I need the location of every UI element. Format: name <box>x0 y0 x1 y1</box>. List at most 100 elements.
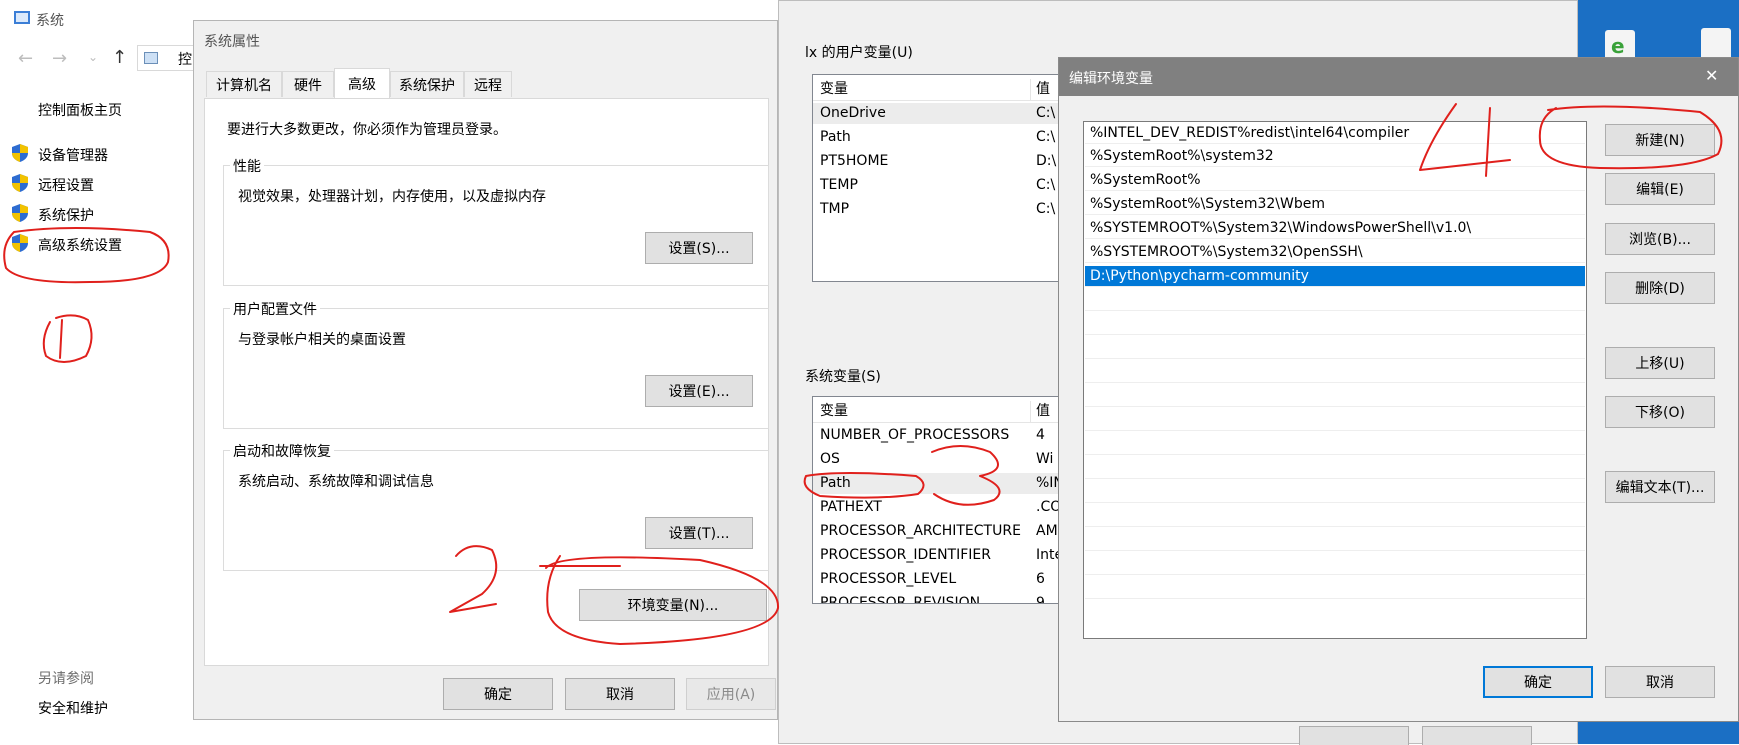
cancel-button[interactable]: 取消 <box>1605 666 1715 698</box>
hidden-button-stub <box>1422 726 1532 745</box>
var-name: PROCESSOR_LEVEL <box>820 571 957 587</box>
empty-row[interactable] <box>1085 434 1585 455</box>
button-label: 下移(O) <box>1635 405 1685 421</box>
back-arrow-icon[interactable]: ← <box>18 48 33 69</box>
system-vars-title: 系统变量(S) <box>805 369 881 385</box>
list-item[interactable]: %INTEL_DEV_REDIST%redist\intel64\compile… <box>1085 123 1585 144</box>
column-header-var[interactable]: 变量 <box>820 79 848 100</box>
dialog-title: 编辑环境变量 <box>1069 71 1153 87</box>
var-name: OneDrive <box>820 105 886 121</box>
column-divider <box>1030 401 1031 422</box>
list-item[interactable]: %SystemRoot%\system32 <box>1085 146 1585 167</box>
list-item[interactable]: %SYSTEMROOT%\System32\WindowsPowerShell\… <box>1085 218 1585 239</box>
empty-row[interactable] <box>1085 554 1585 575</box>
var-name: Path <box>820 475 851 491</box>
path-text: %SystemRoot% <box>1090 172 1201 188</box>
empty-row[interactable] <box>1085 386 1585 407</box>
ok-button[interactable]: 确定 <box>1483 666 1593 698</box>
empty-row[interactable] <box>1085 338 1585 359</box>
profile-group: 用户配置文件 与登录帐户相关的桌面设置 设置(E)... <box>223 299 769 429</box>
list-item[interactable]: %SYSTEMROOT%\System32\OpenSSH\ <box>1085 242 1585 263</box>
list-item-selected[interactable]: D:\Python\pycharm-community <box>1085 266 1585 287</box>
tab-strip: 计算机名 硬件 高级 系统保护 远程 <box>206 68 766 99</box>
button-label: 浏览(B)... <box>1629 232 1691 248</box>
button-label: 编辑文本(T)... <box>1615 480 1705 496</box>
group-legend: 用户配置文件 <box>230 299 320 319</box>
list-item[interactable]: %SystemRoot% <box>1085 170 1585 191</box>
list-item[interactable]: %SystemRoot%\System32\Wbem <box>1085 194 1585 215</box>
cancel-button[interactable]: 取消 <box>565 678 675 710</box>
dialog-title: 系统属性 <box>204 34 260 50</box>
var-name: NUMBER_OF_PROCESSORS <box>820 427 1010 443</box>
empty-row[interactable] <box>1085 314 1585 335</box>
empty-row[interactable] <box>1085 362 1585 383</box>
var-value: Wi <box>1036 451 1054 467</box>
var-value: D:\ <box>1036 153 1057 169</box>
var-value: 6 <box>1036 571 1045 587</box>
empty-row[interactable] <box>1085 482 1585 503</box>
tab-remote[interactable]: 远程 <box>464 71 512 97</box>
column-header-var[interactable]: 变量 <box>820 401 848 422</box>
edit-text-button[interactable]: 编辑文本(T)... <box>1605 471 1715 503</box>
delete-button[interactable]: 删除(D) <box>1605 272 1715 304</box>
close-icon[interactable]: ✕ <box>1705 66 1718 85</box>
button-label: 应用(A) <box>706 687 756 703</box>
empty-row[interactable] <box>1085 410 1585 431</box>
ie-icon: e <box>1611 34 1625 58</box>
environment-variables-button[interactable]: 环境变量(N)... <box>579 589 767 621</box>
ok-button[interactable]: 确定 <box>443 678 553 710</box>
button-label: 确定 <box>484 687 512 703</box>
empty-row[interactable] <box>1085 602 1585 623</box>
var-name: OS <box>820 451 840 467</box>
performance-settings-button[interactable]: 设置(S)... <box>645 232 753 264</box>
tab-label: 系统保护 <box>399 77 455 94</box>
desktop-icon-file[interactable] <box>1701 28 1731 60</box>
button-label: 设置(T)... <box>668 526 730 542</box>
profile-settings-button[interactable]: 设置(E)... <box>645 375 753 407</box>
security-maintenance-link[interactable]: 安全和维护 <box>38 698 108 718</box>
forward-arrow-icon[interactable]: → <box>52 48 67 69</box>
sidebar-home-link[interactable]: 控制面板主页 <box>38 100 122 120</box>
var-name: PROCESSOR_ARCHITECTURE <box>820 523 1021 539</box>
chevron-down-icon[interactable]: ⌄ <box>88 50 98 64</box>
var-name: PT5HOME <box>820 153 889 169</box>
empty-row[interactable] <box>1085 290 1585 311</box>
shield-icon <box>12 204 28 222</box>
browse-button[interactable]: 浏览(B)... <box>1605 223 1715 255</box>
path-text: %SYSTEMROOT%\System32\OpenSSH\ <box>1090 244 1363 260</box>
tab-advanced[interactable]: 高级 <box>334 68 390 98</box>
tab-computer-name[interactable]: 计算机名 <box>206 71 282 97</box>
startup-settings-button[interactable]: 设置(T)... <box>645 517 753 549</box>
move-down-button[interactable]: 下移(O) <box>1605 396 1715 428</box>
empty-row[interactable] <box>1085 458 1585 479</box>
group-legend: 启动和故障恢复 <box>230 441 334 461</box>
apply-button[interactable]: 应用(A) <box>686 678 776 710</box>
startup-group: 启动和故障恢复 系统启动、系统故障和调试信息 设置(T)... <box>223 441 769 571</box>
button-label: 删除(D) <box>1635 281 1685 297</box>
path-text: D:\Python\pycharm-community <box>1090 268 1309 284</box>
new-button[interactable]: 新建(N) <box>1605 124 1715 156</box>
column-header-value[interactable]: 值 <box>1036 79 1050 100</box>
empty-row[interactable] <box>1085 530 1585 551</box>
shield-icon <box>12 174 28 192</box>
column-header-value[interactable]: 值 <box>1036 401 1050 422</box>
move-up-button[interactable]: 上移(U) <box>1605 347 1715 379</box>
var-value: C:\ <box>1036 105 1056 121</box>
system-window-title: 系统 <box>36 13 64 29</box>
empty-row[interactable] <box>1085 578 1585 599</box>
var-name: TEMP <box>820 177 858 193</box>
address-bar[interactable]: 控 <box>137 45 197 71</box>
empty-row[interactable] <box>1085 506 1585 527</box>
edit-button[interactable]: 编辑(E) <box>1605 173 1715 205</box>
admin-note: 要进行大多数更改，你必须作为管理员登录。 <box>227 122 507 138</box>
shield-icon <box>12 144 28 162</box>
var-value: C:\ <box>1036 129 1056 145</box>
see-also-heading: 另请参阅 <box>38 671 94 687</box>
var-name: TMP <box>820 201 850 217</box>
path-list[interactable]: %INTEL_DEV_REDIST%redist\intel64\compile… <box>1083 121 1587 639</box>
column-divider <box>1030 79 1031 100</box>
tab-hardware[interactable]: 硬件 <box>282 71 334 97</box>
up-arrow-icon[interactable]: ↑ <box>112 47 127 68</box>
computer-icon <box>144 52 158 64</box>
tab-system-protection[interactable]: 系统保护 <box>390 71 464 97</box>
